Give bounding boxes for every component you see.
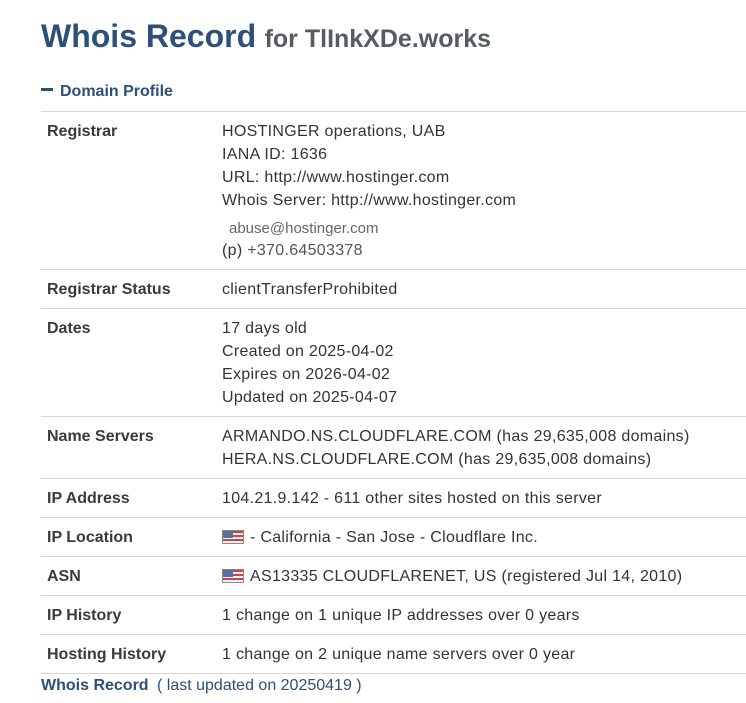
created-date: Created on 2025-04-02 <box>222 343 394 360</box>
name-server-2: HERA.NS.CLOUDFLARE.COM (has 29,635,008 d… <box>222 451 652 468</box>
us-flag-icon <box>222 530 244 544</box>
footer-title: Whois Record <box>41 677 149 694</box>
row-label: Registrar Status <box>47 281 171 298</box>
registrar-url: URL: http://www.hostinger.com <box>222 169 450 186</box>
registrar-phone: (p) +370.64503378 <box>222 239 746 262</box>
registrar-email-image: abuse@hostinger.com <box>229 220 379 237</box>
row-label: IP Address <box>47 490 130 507</box>
minus-icon[interactable] <box>41 88 53 92</box>
row-value: ARMANDO.NS.CLOUDFLARE.COM (has 29,635,00… <box>222 425 746 471</box>
row-value: 17 days old Created on 2025-04-02 Expire… <box>222 317 746 409</box>
whois-table: Registrar HOSTINGER operations, UAB IANA… <box>41 111 746 674</box>
status-value: clientTransferProhibited <box>222 281 398 298</box>
asn-value: AS13335 CLOUDFLARENET, US (registered Ju… <box>250 568 683 585</box>
row-value: clientTransferProhibited <box>222 278 746 301</box>
row-label: Hosting History <box>47 646 167 663</box>
title-domain: for TlInkXDe.works <box>264 25 492 53</box>
registrar-iana: IANA ID: 1636 <box>222 146 328 163</box>
name-server-1: ARMANDO.NS.CLOUDFLARE.COM (has 29,635,00… <box>222 428 690 445</box>
row-asn: ASN AS13335 CLOUDFLARENET, US (registere… <box>41 557 746 596</box>
row-value: 1 change on 1 unique IP addresses over 0… <box>222 604 746 627</box>
row-hosting-history: Hosting History 1 change on 2 unique nam… <box>41 635 746 674</box>
row-value: 1 change on 2 unique name servers over 0… <box>222 643 746 666</box>
row-value: AS13335 CLOUDFLARENET, US (registered Ju… <box>222 565 746 588</box>
row-ip-history: IP History 1 change on 1 unique IP addre… <box>41 596 746 635</box>
updated-date: Updated on 2025-04-07 <box>222 389 398 406</box>
ip-location-value: - California - San Jose - Cloudflare Inc… <box>250 529 538 546</box>
row-value: 104.21.9.142 - 611 other sites hosted on… <box>222 487 746 510</box>
row-label: IP History <box>47 607 122 624</box>
domain-profile-toggle[interactable]: Domain Profile <box>41 83 173 101</box>
title-main: Whois Record <box>41 18 257 54</box>
ip-history-value: 1 change on 1 unique IP addresses over 0… <box>222 607 580 624</box>
footer-last-updated: ( last updated on 20250419 ) <box>157 677 362 694</box>
row-value: HOSTINGER operations, UAB IANA ID: 1636 … <box>222 120 746 262</box>
phone-prefix: (p) <box>222 242 243 259</box>
footer: Whois Record ( last updated on 20250419 … <box>41 677 362 695</box>
row-ip-location: IP Location - California - San Jose - Cl… <box>41 518 746 557</box>
row-label: Dates <box>47 320 91 337</box>
registrar-name: HOSTINGER operations, UAB <box>222 123 446 140</box>
domain-age: 17 days old <box>222 320 308 337</box>
us-flag-icon <box>222 569 244 583</box>
row-label: ASN <box>47 568 81 585</box>
registrar-whois-server: Whois Server: http://www.hostinger.com <box>222 192 517 209</box>
page-title: Whois Record for TlInkXDe.works <box>41 18 491 55</box>
row-value: - California - San Jose - Cloudflare Inc… <box>222 526 746 549</box>
expires-date: Expires on 2026-04-02 <box>222 366 391 383</box>
row-name-servers: Name Servers ARMANDO.NS.CLOUDFLARE.COM (… <box>41 417 746 479</box>
ip-address-value: 104.21.9.142 - 611 other sites hosted on… <box>222 490 602 507</box>
row-label: Name Servers <box>47 428 154 445</box>
row-dates: Dates 17 days old Created on 2025-04-02 … <box>41 309 746 417</box>
row-registrar-status: Registrar Status clientTransferProhibite… <box>41 270 746 309</box>
row-ip-address: IP Address 104.21.9.142 - 611 other site… <box>41 479 746 518</box>
row-label: IP Location <box>47 529 133 546</box>
row-registrar: Registrar HOSTINGER operations, UAB IANA… <box>41 112 746 270</box>
phone-number: +370.64503378 <box>247 242 363 259</box>
domain-profile-label[interactable]: Domain Profile <box>60 83 173 100</box>
hosting-history-value: 1 change on 2 unique name servers over 0… <box>222 646 576 663</box>
row-label: Registrar <box>47 123 118 140</box>
